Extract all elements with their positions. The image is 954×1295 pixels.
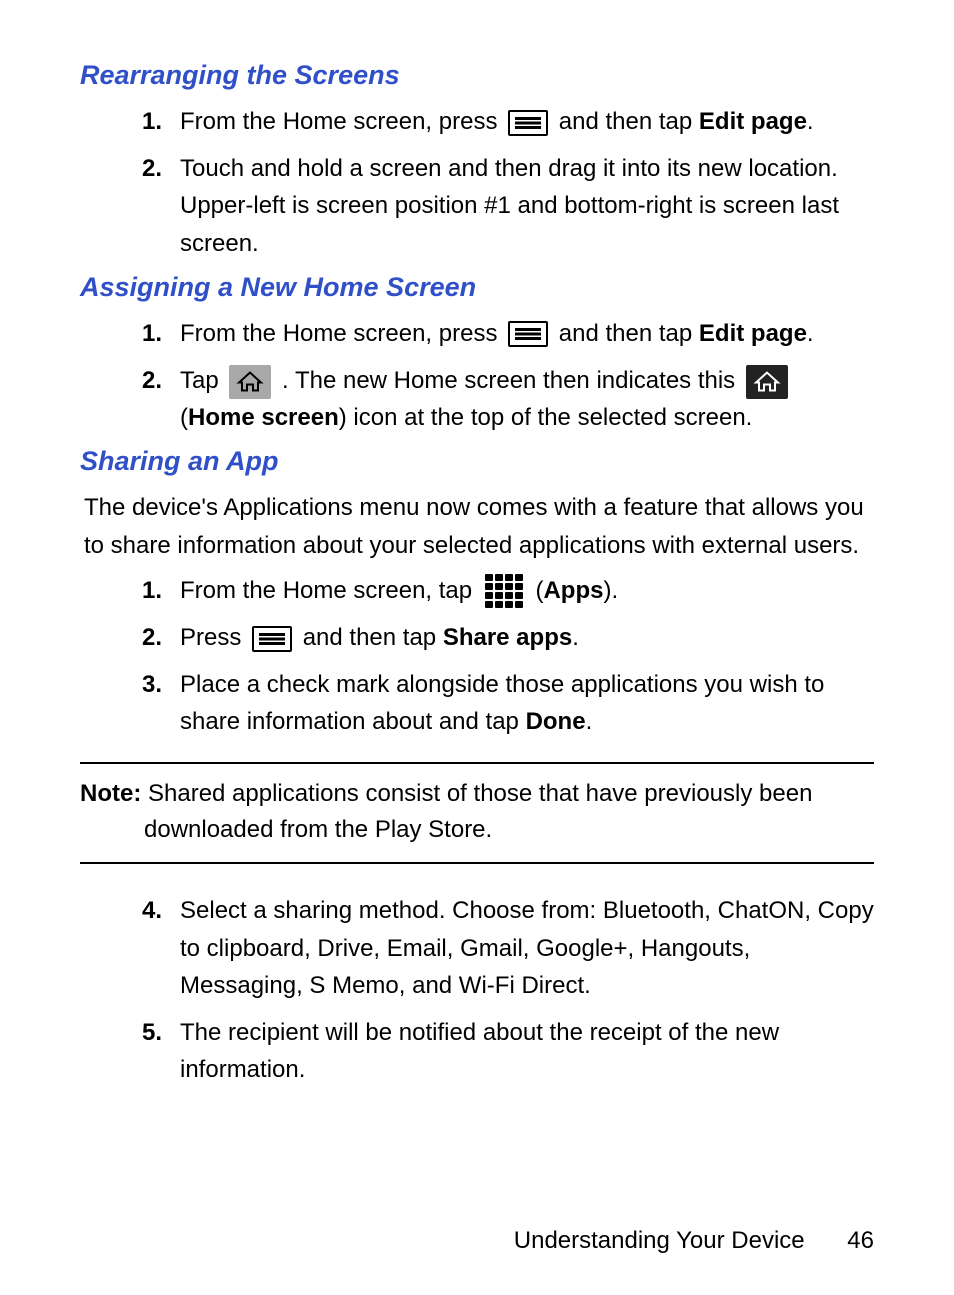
list-item: 2. Tap . The new Home screen then indica… [140, 362, 874, 436]
bold-text: Apps [543, 577, 603, 604]
section-heading-sharing: Sharing an App [80, 446, 874, 477]
list-item: 4. Select a sharing method. Choose from:… [140, 892, 874, 1004]
text-fragment: . The new Home screen then indicates thi… [282, 367, 742, 394]
note-block: Note: Shared applications consist of tho… [80, 762, 874, 864]
menu-icon [508, 110, 548, 136]
apps-icon [485, 574, 523, 608]
text-fragment: From the Home screen, press [180, 108, 504, 135]
list-text: The recipient will be notified about the… [180, 1014, 874, 1088]
bold-text: Home screen [188, 404, 339, 431]
note-label: Note: [80, 780, 141, 807]
list-item: 2. Touch and hold a screen and then drag… [140, 150, 874, 262]
list-text: Tap . The new Home screen then indicates… [180, 362, 874, 436]
bold-text: Done [526, 708, 586, 735]
text-fragment: ( [180, 404, 188, 431]
text-fragment: and then tap [559, 108, 699, 135]
list-item: 1. From the Home screen, tap (Apps). [140, 572, 874, 609]
home-icon [229, 365, 271, 399]
list-text: Touch and hold a screen and then drag it… [180, 150, 874, 262]
list-item: 3. Place a check mark alongside those ap… [140, 666, 874, 740]
list-rearranging: 1. From the Home screen, press and then … [80, 103, 874, 262]
paragraph: The device's Applications menu now comes… [80, 489, 874, 563]
text-fragment: ). [603, 577, 618, 604]
bold-text: Share apps [443, 624, 572, 651]
text-fragment: Place a check mark alongside those appli… [180, 671, 824, 735]
list-number: 4. [140, 892, 180, 929]
note-text: Shared applications consist of those tha… [141, 780, 812, 843]
text-fragment: . [586, 708, 593, 735]
footer-chapter: Understanding Your Device [514, 1227, 805, 1254]
list-item: 1. From the Home screen, press and then … [140, 103, 874, 140]
list-text: From the Home screen, tap (Apps). [180, 572, 874, 609]
list-item: 1. From the Home screen, press and then … [140, 315, 874, 352]
text-fragment: . [807, 108, 814, 135]
menu-icon [508, 321, 548, 347]
section-heading-rearranging: Rearranging the Screens [80, 60, 874, 91]
list-number: 1. [140, 572, 180, 609]
list-number: 2. [140, 619, 180, 656]
list-number: 2. [140, 362, 180, 399]
list-number: 5. [140, 1014, 180, 1051]
list-number: 3. [140, 666, 180, 703]
menu-icon [252, 626, 292, 652]
bold-text: Edit page [699, 108, 807, 135]
list-item: 2. Press and then tap Share apps. [140, 619, 874, 656]
footer-page-number: 46 [847, 1227, 874, 1254]
list-text: Select a sharing method. Choose from: Bl… [180, 892, 874, 1004]
home-icon-dark [746, 365, 788, 399]
page-footer: Understanding Your Device 46 [514, 1227, 874, 1255]
list-item: 5. The recipient will be notified about … [140, 1014, 874, 1088]
list-number: 2. [140, 150, 180, 187]
text-fragment: From the Home screen, press [180, 320, 504, 347]
text-fragment: Press [180, 624, 248, 651]
list-text: From the Home screen, press and then tap… [180, 103, 874, 140]
text-fragment: and then tap [559, 320, 699, 347]
list-number: 1. [140, 315, 180, 352]
text-fragment: ) icon at the top of the selected screen… [339, 404, 753, 431]
list-text: Press and then tap Share apps. [180, 619, 874, 656]
list-text: From the Home screen, press and then tap… [180, 315, 874, 352]
text-fragment: and then tap [303, 624, 443, 651]
text-fragment: From the Home screen, tap [180, 577, 479, 604]
list-sharing: 1. From the Home screen, tap (Apps). 2. … [80, 572, 874, 741]
text-fragment: Tap [180, 367, 225, 394]
list-sharing-cont: 4. Select a sharing method. Choose from:… [80, 892, 874, 1088]
text-fragment: . [807, 320, 814, 347]
text-fragment: . [572, 624, 579, 651]
section-heading-assigning: Assigning a New Home Screen [80, 272, 874, 303]
bold-text: Edit page [699, 320, 807, 347]
list-number: 1. [140, 103, 180, 140]
list-text: Place a check mark alongside those appli… [180, 666, 874, 740]
list-assigning: 1. From the Home screen, press and then … [80, 315, 874, 437]
